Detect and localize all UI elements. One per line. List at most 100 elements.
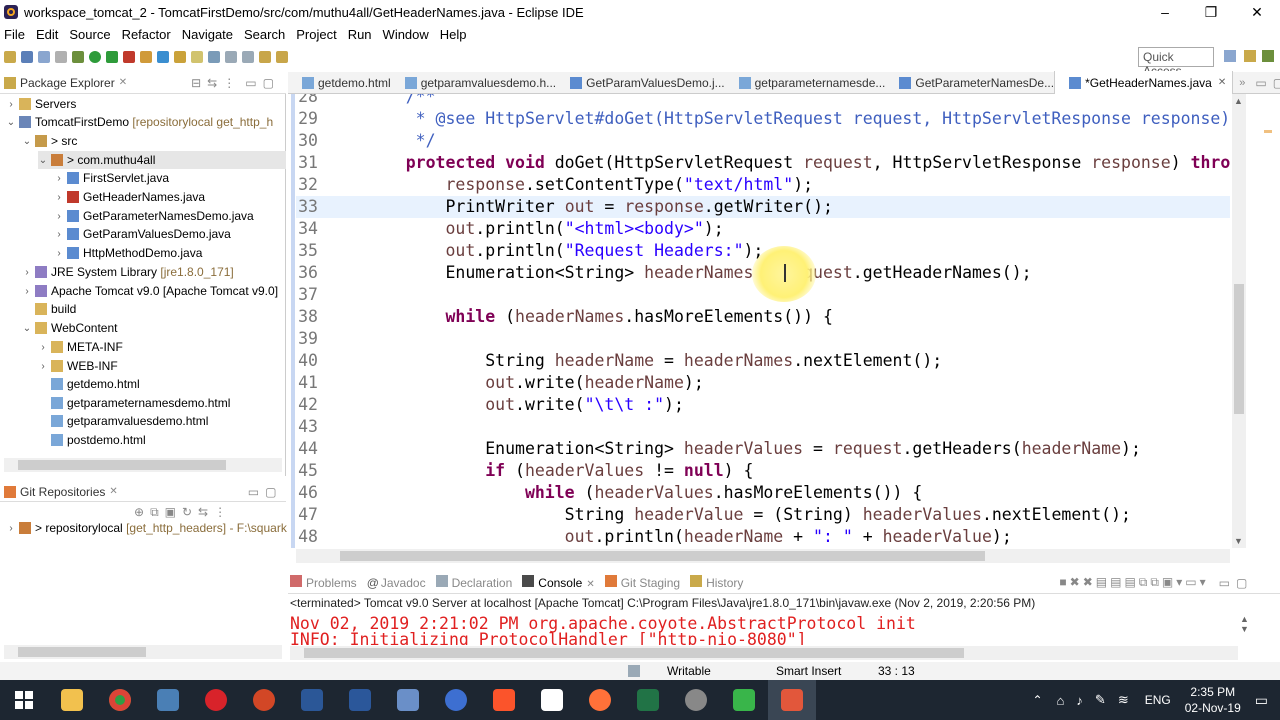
- git-repository-item[interactable]: › > repositorylocal [get_http_headers] - …: [6, 519, 287, 537]
- tab-problems[interactable]: Problems: [290, 575, 357, 590]
- code-line[interactable]: 45 if (headerValues != null) {: [296, 460, 1230, 482]
- minimize-view-icon[interactable]: ▭: [245, 76, 256, 90]
- add-repo-icon[interactable]: ⊕: [134, 505, 144, 519]
- new-class-icon[interactable]: [157, 51, 169, 63]
- tree-item-file[interactable]: › FirstServlet.java: [54, 169, 169, 187]
- code-line[interactable]: 43: [296, 416, 1230, 438]
- close-view-icon[interactable]: ✕: [109, 486, 117, 497]
- create-repo-icon[interactable]: ▣: [165, 505, 176, 519]
- search-icon[interactable]: [191, 51, 203, 63]
- external-tools-icon[interactable]: [123, 51, 135, 63]
- expand-icon[interactable]: ›: [54, 211, 64, 222]
- annotation-prev-icon[interactable]: [242, 51, 254, 63]
- notification-icon[interactable]: ▭: [1255, 692, 1268, 709]
- collapse-icon[interactable]: ⌄: [38, 155, 48, 166]
- scroll-up-icon[interactable]: ▲: [1240, 614, 1252, 624]
- tree-item-web-inf[interactable]: › WEB-INF: [38, 357, 117, 375]
- maximize-console-icon[interactable]: ▢: [1236, 576, 1247, 590]
- code-line[interactable]: 38 while (headerNames.hasMoreElements())…: [296, 306, 1230, 328]
- open-type-icon[interactable]: [174, 51, 186, 63]
- taskbar-app[interactable]: [144, 680, 192, 720]
- taskbar-camtasia[interactable]: [720, 680, 768, 720]
- menu-edit[interactable]: Edit: [36, 27, 58, 42]
- tree-item-file[interactable]: › GetParameterNamesDemo.java: [54, 207, 253, 225]
- link-editor-icon[interactable]: ⇆: [207, 76, 217, 90]
- console-output[interactable]: Nov 02, 2019 2:21:02 PM org.apache.coyot…: [290, 613, 1235, 645]
- expand-icon[interactable]: ›: [22, 286, 32, 297]
- code-line[interactable]: 30 */: [296, 130, 1230, 152]
- menu-window[interactable]: Window: [383, 27, 429, 42]
- minimize-button[interactable]: –: [1142, 4, 1188, 20]
- tree-item-html[interactable]: getdemo.html: [38, 375, 140, 393]
- console-vscroll[interactable]: ▲ ▼: [1240, 614, 1252, 644]
- tree-item-html[interactable]: postdemo.html: [38, 431, 146, 449]
- editor-vscrollbar[interactable]: ▲ ▼: [1232, 94, 1246, 548]
- tab-javadoc[interactable]: @ Javadoc: [367, 576, 426, 590]
- tree-item-servers[interactable]: › Servers: [6, 95, 76, 113]
- close-view-icon[interactable]: ✕: [119, 77, 127, 88]
- debug-perspective-icon[interactable]: [1262, 50, 1274, 62]
- tab-console[interactable]: Console ✕: [522, 575, 595, 590]
- taskbar-powerpoint[interactable]: [240, 680, 288, 720]
- explorer-hscrollbar[interactable]: [4, 458, 282, 472]
- scroll-down-icon[interactable]: ▼: [1240, 624, 1252, 634]
- java-ee-perspective-icon[interactable]: [1244, 50, 1256, 62]
- expand-icon[interactable]: ›: [54, 229, 64, 240]
- tab-getheadernames-java[interactable]: *GetHeaderNames.java ✕: [1054, 71, 1234, 94]
- scroll-thumb[interactable]: [304, 648, 964, 658]
- code-line[interactable]: 40 String headerName = headerNames.nextE…: [296, 350, 1230, 372]
- taskbar-word[interactable]: [336, 680, 384, 720]
- tab-history[interactable]: History: [690, 575, 743, 590]
- menu-source[interactable]: Source: [69, 27, 110, 42]
- taskbar-file-explorer[interactable]: [48, 680, 96, 720]
- tab-git-staging[interactable]: Git Staging: [604, 575, 680, 590]
- taskbar-network[interactable]: [384, 680, 432, 720]
- code-line[interactable]: 42 out.write("\t\t :");: [296, 394, 1230, 416]
- minimize-console-icon[interactable]: ▭: [1219, 576, 1230, 590]
- expand-icon[interactable]: ›: [22, 267, 32, 278]
- console-hscrollbar[interactable]: [290, 646, 1238, 660]
- refresh-icon[interactable]: ↻: [182, 505, 192, 519]
- expand-icon[interactable]: ›: [54, 173, 64, 184]
- save-icon[interactable]: [21, 51, 33, 63]
- taskbar-settings[interactable]: [672, 680, 720, 720]
- code-line[interactable]: 34 out.println("<html><body>");: [296, 218, 1230, 240]
- minimize-editor-icon[interactable]: ▭: [1255, 76, 1266, 90]
- close-tab-icon[interactable]: ✕: [1218, 77, 1232, 88]
- taskbar-firefox[interactable]: [576, 680, 624, 720]
- tree-item-webcontent[interactable]: ⌄ WebContent: [22, 319, 118, 337]
- menu-file[interactable]: File: [4, 27, 25, 42]
- annotation-marker[interactable]: [1264, 130, 1272, 133]
- clone-repo-icon[interactable]: ⧉: [150, 505, 159, 520]
- tree-item-jre[interactable]: › JRE System Library [jre1.8.0_171]: [22, 263, 233, 281]
- print-icon[interactable]: [55, 51, 67, 63]
- language-indicator[interactable]: ENG: [1145, 693, 1171, 707]
- taskbar-camtasia-recorder[interactable]: [768, 680, 816, 720]
- git-hscrollbar[interactable]: [4, 645, 282, 659]
- run-icon[interactable]: [89, 51, 101, 63]
- tab-overflow-icon[interactable]: »: [1239, 77, 1245, 89]
- tree-item-file[interactable]: › HttpMethodDemo.java: [54, 244, 202, 262]
- expand-icon[interactable]: ›: [54, 192, 64, 203]
- maximize-editor-icon[interactable]: ▢: [1273, 76, 1280, 90]
- network-tray-icon[interactable]: ⌂: [1057, 693, 1065, 708]
- code-line[interactable]: 48 out.println(headerName + ": " + heade…: [296, 526, 1230, 548]
- new-package-icon[interactable]: [140, 51, 152, 63]
- tree-item-package[interactable]: ⌄ > com.muthu4all: [38, 151, 286, 169]
- view-menu-icon[interactable]: ⋮: [223, 76, 235, 90]
- wifi-icon[interactable]: ≋: [1118, 692, 1129, 708]
- start-button[interactable]: [0, 680, 48, 720]
- collapse-icon[interactable]: ⌄: [22, 323, 32, 334]
- menu-help[interactable]: Help: [440, 27, 467, 42]
- collapse-icon[interactable]: ⌄: [6, 117, 16, 128]
- code-line[interactable]: 31 protected void doGet(HttpServletReque…: [296, 152, 1230, 174]
- taskbar-opera[interactable]: [192, 680, 240, 720]
- new-icon[interactable]: [4, 51, 16, 63]
- taskbar-powershell[interactable]: [288, 680, 336, 720]
- menu-refactor[interactable]: Refactor: [122, 27, 171, 42]
- tree-item-build[interactable]: build: [22, 300, 76, 318]
- menu-run[interactable]: Run: [348, 27, 372, 42]
- tree-item-file[interactable]: › GetParamValuesDemo.java: [54, 225, 231, 243]
- menu-navigate[interactable]: Navigate: [182, 27, 233, 42]
- overview-ruler[interactable]: [1262, 94, 1276, 548]
